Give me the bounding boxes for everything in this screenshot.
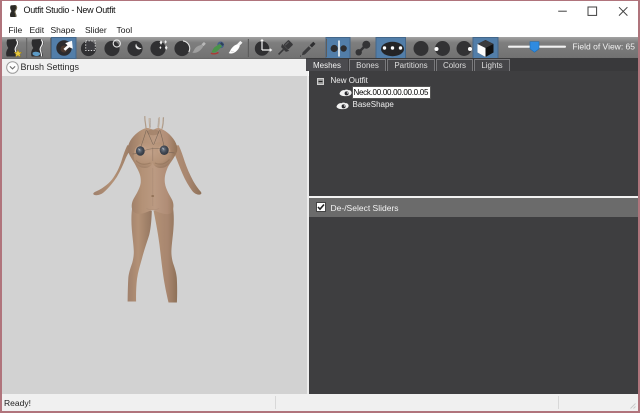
svg-text:Field of View: 65: Field of View: 65 [572, 41, 635, 51]
